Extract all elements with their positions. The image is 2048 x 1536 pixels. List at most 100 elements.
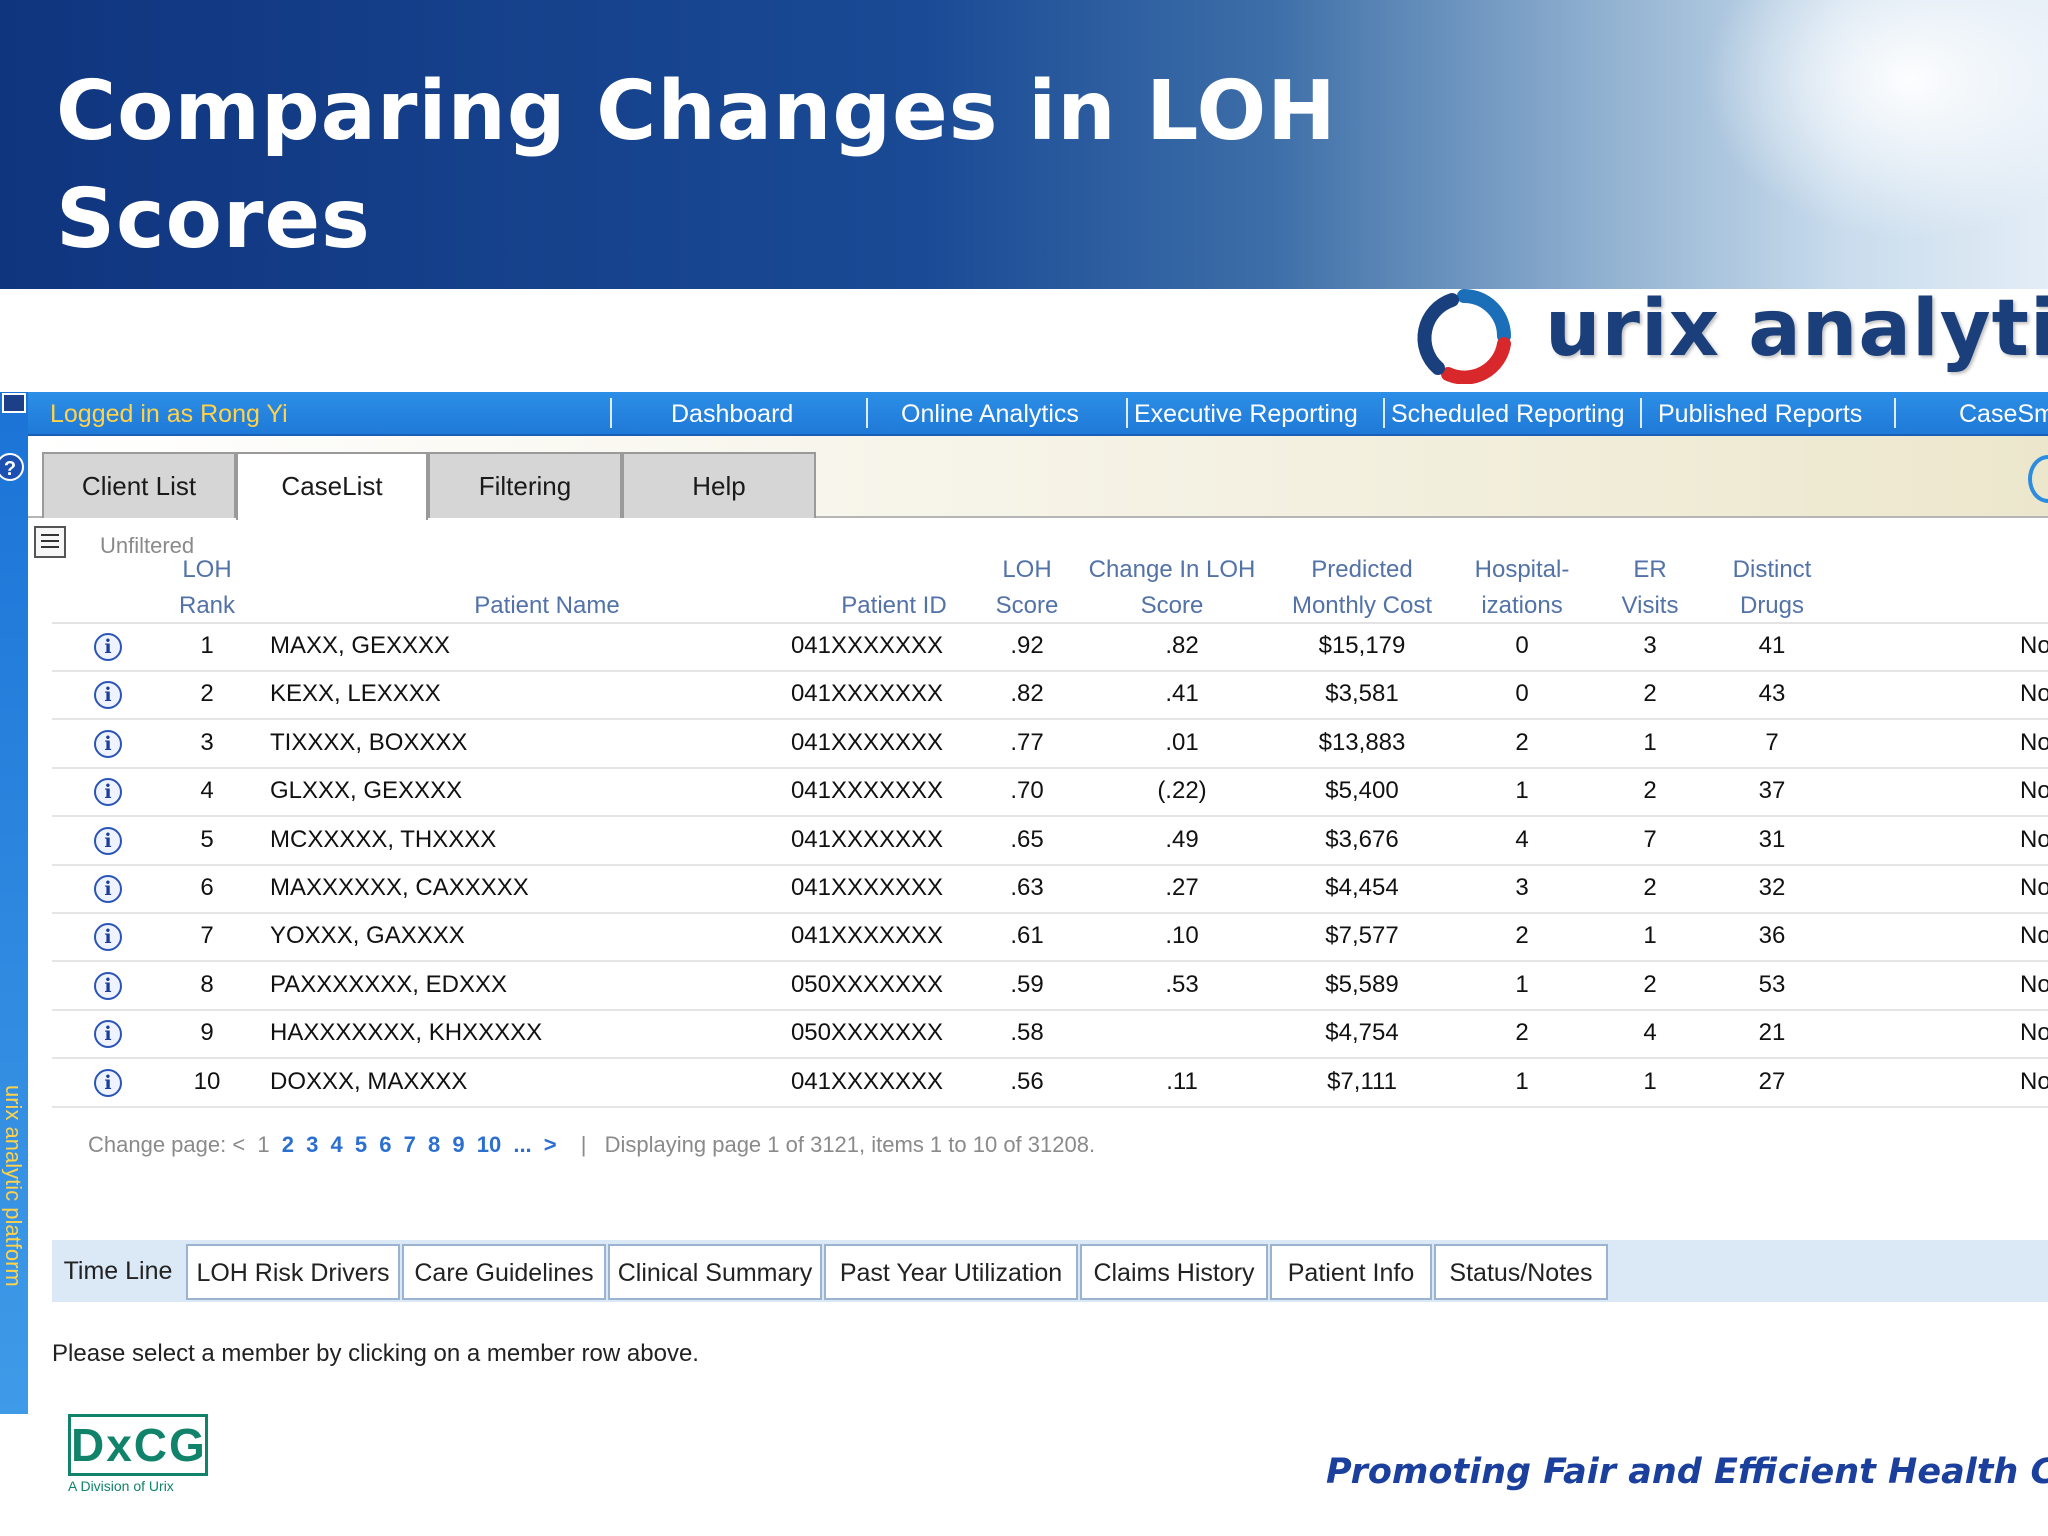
cell-loh-score: .59 [1010,970,1044,998]
col-er-visits[interactable]: ER Visits [1580,552,1720,624]
nav-scheduled-reporting[interactable]: Scheduled Reporting [1391,400,1625,429]
nav-separator [610,398,612,428]
info-icon[interactable]: i [94,778,122,807]
nav-online-analytics[interactable]: Online Analytics [901,400,1079,429]
cell-predicted-cost: $3,676 [1325,825,1399,853]
cell-patient-name: TIXXXX, BOXXXX [270,728,468,756]
cell-predicted-cost: $4,754 [1325,1019,1399,1047]
caselist-header: LOH Rank Patient Name Patient ID LOH Sco… [52,552,2048,624]
cell-rank: 8 [200,970,214,998]
col-change-loh-score[interactable]: Change In LOH Score [1062,552,1282,624]
cell-rank: 1 [200,632,214,659]
table-row[interactable]: i 8 PAXXXXXXX, EDXXX 050XXXXXXX .59 .53 $5,589… [52,963,2048,1011]
slide-title-line2: Overtime [56,274,1656,289]
nav-separator [1640,398,1642,428]
pager-page-5[interactable]: 5 [355,1132,367,1157]
col-predicted-monthly-cost[interactable]: Predicted Monthly Cost [1262,552,1462,624]
dxcg-logo: DxCG [68,1414,208,1476]
slide-title: Comparing Changes in LOH Scores Overtime [56,58,1656,289]
col-distinct-drugs[interactable]: Distinct Drugs [1702,552,1842,624]
col-head-line1: Distinct [1732,556,1812,583]
pager-page-4[interactable]: 4 [330,1132,342,1157]
pager-next[interactable]: > [544,1132,557,1157]
info-icon[interactable]: i [94,971,122,1000]
cell-predicted-cost: $3,581 [1325,680,1399,708]
info-icon[interactable]: i [94,1068,122,1097]
cell-change-loh-score: (.22) [1157,777,1207,805]
pager-page-2[interactable]: 2 [282,1132,294,1157]
cell-hospitalizations: 0 [1515,632,1529,659]
col-patient-name[interactable]: Patient Name [382,552,712,624]
cell-change-loh-score: .27 [1165,874,1199,901]
cell-er-visits: 4 [1643,1019,1657,1047]
nav-published-reports[interactable]: Published Reports [1658,400,1862,429]
dtab-care-guidelines[interactable]: Care Guidelines [402,1244,606,1300]
col-loh-rank[interactable]: LOH Rank [162,552,252,624]
table-row[interactable]: i 2 KEXX, LEXXXX 041XXXXXXX .82 .41 $3,581 0 2 43… [52,672,2048,721]
dtab-loh-risk-drivers[interactable]: LOH Risk Drivers [186,1244,400,1300]
dtab-time-line[interactable]: Time Line [52,1244,184,1300]
select-member-message: Please select a member by clicking on a … [52,1340,699,1367]
pager-page-10[interactable]: 10 [477,1132,501,1157]
nav-bar: Logged in as Rong Yi Dashboard Online An… [28,392,2048,436]
table-row[interactable]: i 4 GLXXX, GEXXXX 041XXXXXXX .70 (.22) $5,400 1… [52,769,2048,818]
table-row[interactable]: i 7 YOXXX, GAXXXX 041XXXXXXX .61 .10 $7,577 2 1 3… [52,914,2048,963]
pager-page-3[interactable]: 3 [306,1132,318,1157]
pager-page-8[interactable]: 8 [428,1132,440,1157]
cell-hospitalizations: 4 [1515,825,1529,853]
tab-help[interactable]: Help [622,452,816,518]
tab-filtering[interactable]: Filtering [428,452,622,518]
cell-loh-score: .70 [1010,777,1044,805]
cell-patient-name: KEXX, LEXXXX [270,680,441,708]
dtab-status-notes[interactable]: Status/Notes [1434,1244,1608,1300]
col-head-line1: ER [1633,556,1667,583]
cell-hospitalizations: 1 [1515,1067,1529,1095]
dtab-patient-info[interactable]: Patient Info [1270,1244,1432,1300]
tab-caselist[interactable]: CaseList [236,452,428,520]
cell-change-loh-score: .11 [1166,1067,1198,1095]
info-icon[interactable]: i [94,633,122,661]
dtab-claims-history[interactable]: Claims History [1080,1244,1268,1300]
cell-hospitalizations: 0 [1515,680,1529,708]
table-row[interactable]: i 6 MAXXXXXX, CAXXXXX 041XXXXXXX .63 .27 $4,45… [52,866,2048,914]
info-icon[interactable]: i [94,875,122,903]
tab-client-list[interactable]: Client List [42,452,236,518]
info-icon[interactable]: i [94,729,122,758]
col-head-line2: Visits [1621,592,1679,619]
col-hospitalizations[interactable]: Hospital- izations [1452,552,1592,624]
info-icon[interactable]: i [94,1020,122,1049]
nav-executive-reporting[interactable]: Executive Reporting [1134,400,1358,429]
dtab-past-year-utilization[interactable]: Past Year Utilization [824,1244,1078,1300]
dtab-clinical-summary[interactable]: Clinical Summary [608,1244,822,1300]
pager-page-6[interactable]: 6 [379,1132,391,1157]
collapse-icon[interactable] [2,393,26,413]
info-icon[interactable]: i [94,923,122,952]
table-row[interactable]: i 1 MAXX, GEXXXX 041XXXXXXX .92 .82 $15,179 0 3 4… [52,624,2048,672]
cell-rank: 3 [200,728,214,756]
info-icon[interactable]: i [94,681,122,710]
table-row[interactable]: i 10 DOXXX, MAXXXX 041XXXXXXX .56 .11 $7,111 1 1… [52,1060,2048,1108]
table-row[interactable]: i 9 HAXXXXXXX, KHXXXXX 050XXXXXXX .58 $4,754 2… [52,1011,2048,1060]
table-row[interactable]: i 5 MCXXXXX, THXXXX 041XXXXXXX .65 .49 $3,676 4… [52,818,2048,866]
cell-distinct-drugs: 21 [1758,1019,1786,1047]
pager-more[interactable]: ... [513,1132,531,1157]
pager-prev[interactable]: < [232,1132,245,1157]
cell-patient-name: MAXXXXXX, CAXXXXX [270,874,529,901]
table-row[interactable]: i 3 TIXXXX, BOXXXX 041XXXXXXX .77 .01 $13,883 2… [52,721,2048,769]
cell-distinct-drugs: 27 [1758,1067,1786,1095]
cell-hospitalizations: 1 [1515,970,1529,998]
info-icon[interactable]: i [94,826,122,855]
col-head-line2: Rank [178,592,236,619]
cell-patient-id: 050XXXXXXX [790,1019,944,1047]
cell-patient-name: HAXXXXXXX, KHXXXXX [270,1019,543,1047]
col-head-line2: izations [1481,592,1563,619]
pager-page-9[interactable]: 9 [452,1132,464,1157]
nav-dashboard[interactable]: Dashboard [671,400,793,429]
cell-status: No [2020,777,2048,805]
logged-in-label: Logged in as Rong Yi [50,400,288,428]
nav-casesm[interactable]: CaseSm [1959,400,2048,429]
cell-change-loh-score: .01 [1165,728,1199,756]
cell-status: No [2020,825,2048,853]
pager-page-7[interactable]: 7 [404,1132,416,1157]
pager-page-1[interactable]: 1 [257,1132,269,1157]
